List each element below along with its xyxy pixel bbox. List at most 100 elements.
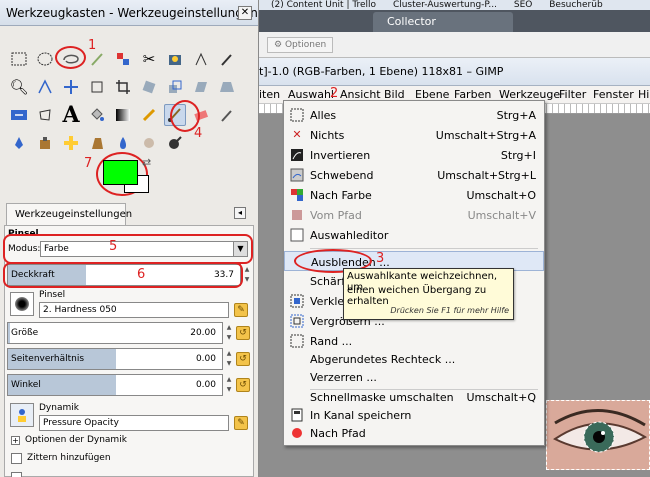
angle-slider[interactable]: Winkel 0.00 bbox=[7, 374, 223, 396]
image-window-title: t]-1.0 (RGB-Farben, 1 Ebene) 118x81 – GI… bbox=[259, 58, 650, 86]
menu-item-label: Verzerren ... bbox=[310, 371, 377, 384]
gear-icon: ⚙ bbox=[274, 40, 283, 50]
menu-item-shortcut: Strg+I bbox=[500, 149, 536, 162]
shear-icon[interactable] bbox=[190, 76, 212, 98]
menu-item-shortcut: Umschalt+Strg+L bbox=[437, 169, 536, 182]
size-label: Größe bbox=[11, 328, 39, 338]
dynamics-icon[interactable] bbox=[10, 403, 34, 427]
bookmark-item[interactable]: Besucherüb bbox=[549, 0, 602, 10]
menu-item-float[interactable]: Schwebend Umschalt+Strg+L bbox=[284, 165, 544, 185]
color-picker-icon[interactable] bbox=[216, 48, 238, 70]
tab-tool-options-label: Werkzeugeinstellungen bbox=[15, 209, 133, 220]
menu-windows[interactable]: Fenster bbox=[593, 88, 634, 101]
bookmark-item[interactable]: SEO bbox=[514, 0, 532, 10]
size-slider-fill bbox=[8, 323, 10, 343]
menu-item-label: Rand ... bbox=[310, 335, 353, 348]
aspect-spin-icon[interactable]: ▲ ▼ bbox=[224, 349, 234, 369]
annotation-6: 6 bbox=[137, 267, 146, 282]
menu-item-border[interactable]: Rand ... bbox=[284, 331, 544, 351]
bookmark-item[interactable]: (2) Content Unit | Trello bbox=[271, 0, 376, 10]
measure-icon[interactable] bbox=[34, 76, 56, 98]
annotation-2: 2 bbox=[330, 86, 339, 101]
opacity-spin-icon[interactable]: ▲ ▼ bbox=[242, 265, 252, 285]
menu-item-invert[interactable]: Invertieren Strg+I bbox=[284, 145, 544, 165]
browser-tabstrip: Collector bbox=[259, 10, 650, 32]
menu-item-quickmask[interactable]: Schnellmaske umschalten Umschalt+Q bbox=[284, 387, 544, 407]
select-none-icon: ✕ bbox=[292, 128, 302, 141]
foreground-color-swatch[interactable] bbox=[103, 160, 138, 185]
edit-brush-icon[interactable]: ✎ bbox=[234, 303, 248, 317]
expand-icon[interactable]: + bbox=[11, 436, 20, 445]
border-icon bbox=[290, 334, 304, 348]
shrink-icon bbox=[290, 294, 304, 308]
brush-field[interactable]: 2. Hardness 050 bbox=[39, 302, 229, 318]
jitter-checkbox[interactable] bbox=[11, 453, 22, 464]
align-icon[interactable] bbox=[86, 76, 108, 98]
tab-menu-icon[interactable]: ◂ bbox=[234, 207, 246, 219]
menu-item-save-to-channel[interactable]: In Kanal speichern bbox=[284, 405, 544, 425]
ink-icon[interactable] bbox=[8, 132, 30, 154]
heal-icon[interactable] bbox=[60, 132, 82, 154]
by-color-icon bbox=[290, 188, 304, 202]
blur-icon[interactable] bbox=[112, 132, 134, 154]
float-icon bbox=[290, 168, 304, 182]
menu-item-to-path[interactable]: Nach Pfad bbox=[284, 423, 544, 443]
text-tool-icon[interactable]: A bbox=[60, 104, 82, 126]
menu-item-selection-editor[interactable]: Auswahleditor bbox=[284, 225, 544, 245]
tab-collector[interactable]: Collector bbox=[373, 12, 513, 32]
bookmark-item[interactable]: Cluster-Auswertung-P... bbox=[393, 0, 497, 10]
close-icon[interactable]: ✕ bbox=[238, 6, 252, 20]
airbrush-icon[interactable] bbox=[216, 104, 238, 126]
menu-help[interactable]: Hil bbox=[638, 88, 650, 101]
brush-preview[interactable] bbox=[10, 292, 34, 316]
menu-item-label: Alles bbox=[310, 109, 337, 122]
flip-icon[interactable] bbox=[8, 104, 30, 126]
aspect-slider[interactable]: Seitenverhältnis 0.00 bbox=[7, 348, 223, 370]
smudge-icon[interactable] bbox=[138, 132, 160, 154]
menu-item-all[interactable]: Alles Strg+A bbox=[284, 105, 544, 125]
to-path-icon bbox=[290, 426, 304, 440]
tab-tool-options[interactable]: Werkzeugeinstellungen bbox=[6, 203, 132, 225]
options-button[interactable]: ⚙ Optionen bbox=[267, 37, 334, 53]
dodge-burn-icon[interactable] bbox=[164, 132, 186, 154]
move-icon[interactable] bbox=[60, 76, 82, 98]
pencil-icon[interactable] bbox=[138, 104, 160, 126]
dynamics-field[interactable]: Pressure Opacity bbox=[39, 415, 229, 431]
menu-item-label: Vom Pfad bbox=[310, 209, 362, 222]
bucket-fill-icon[interactable] bbox=[86, 104, 108, 126]
smooth-checkbox[interactable] bbox=[11, 472, 22, 477]
size-spin-icon[interactable]: ▲ ▼ bbox=[224, 323, 234, 343]
reset-angle-icon[interactable]: ↺ bbox=[236, 378, 250, 392]
scale-icon[interactable] bbox=[164, 76, 186, 98]
magnify-icon[interactable]: 🔍︎ bbox=[8, 76, 30, 98]
reset-aspect-icon[interactable]: ↺ bbox=[236, 352, 250, 366]
menu-item-none[interactable]: ✕ Nichts Umschalt+Strg+A bbox=[284, 125, 544, 145]
menu-item-shortcut: Umschalt+Q bbox=[466, 391, 536, 404]
cage-transform-icon[interactable] bbox=[34, 104, 56, 126]
scissors-icon[interactable]: ✂ bbox=[138, 48, 160, 70]
size-slider[interactable]: Größe 20.00 bbox=[7, 322, 223, 344]
angle-spin-icon[interactable]: ▲ ▼ bbox=[224, 375, 234, 395]
swap-colors-icon[interactable]: ⇄ bbox=[142, 156, 151, 169]
perspective-clone-icon[interactable] bbox=[86, 132, 108, 154]
select-by-color-icon[interactable] bbox=[112, 48, 134, 70]
crop-icon[interactable] bbox=[112, 76, 134, 98]
ellipse-select-icon[interactable] bbox=[34, 48, 56, 70]
rotate-icon[interactable] bbox=[138, 76, 160, 98]
rect-select-icon[interactable] bbox=[8, 48, 30, 70]
tooltip-hint: Drücken Sie F1 für mehr Hilfe bbox=[390, 306, 509, 315]
perspective-icon[interactable] bbox=[216, 76, 238, 98]
menu-edit[interactable]: iten bbox=[259, 88, 280, 101]
menu-item-rounded-rect[interactable]: Abgerundetes Rechteck ... bbox=[284, 349, 544, 369]
annotation-3: 3 bbox=[376, 251, 385, 266]
blend-icon[interactable] bbox=[112, 104, 134, 126]
reset-size-icon[interactable]: ↺ bbox=[236, 326, 250, 340]
menu-item-distort[interactable]: Verzerren ... bbox=[284, 367, 544, 387]
clone-icon[interactable] bbox=[34, 132, 56, 154]
edit-dynamics-icon[interactable]: ✎ bbox=[234, 416, 248, 430]
menu-filters[interactable]: Filter bbox=[559, 88, 586, 101]
toolbox-window: Werkzeugkasten - Werkzeugeinstellungen ✕… bbox=[0, 0, 259, 477]
paths-icon[interactable] bbox=[190, 48, 212, 70]
foreground-select-icon[interactable] bbox=[164, 48, 186, 70]
menu-item-by-color[interactable]: Nach Farbe Umschalt+O bbox=[284, 185, 544, 205]
